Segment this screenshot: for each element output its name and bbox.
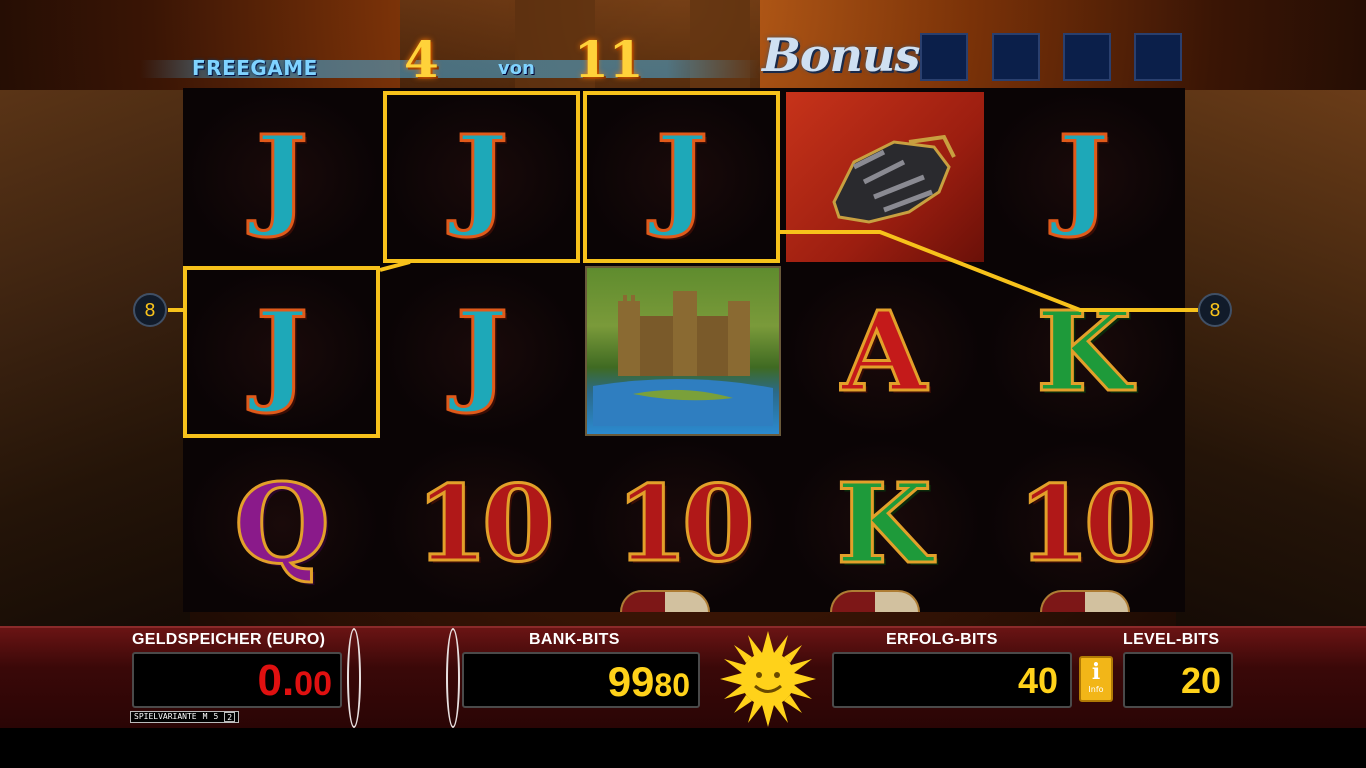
info-label: Info [1088,685,1104,694]
spielvariante-5: 5 [213,712,219,721]
level-value: 20 [1180,660,1221,701]
bottom-strip [0,728,1366,768]
bank-value: 9980 [608,658,690,706]
erfolg-label: ERFOLG-BITS [886,631,998,648]
info-icon: i [1091,659,1101,685]
bank-label: BANK-BITS [529,631,620,648]
bank-display: 9980 [462,652,700,708]
geld-cents: 00 [294,665,332,703]
geld-main: 0. [257,656,295,705]
spielvariante-label: SPIELVARIANTE [134,712,197,721]
bank-main: 99 [607,658,655,705]
geld-label: GELDSPEICHER (EURO) [132,631,326,648]
bank-cents: 80 [654,667,690,703]
spielvariante: SPIELVARIANTE M 5 2 [130,711,240,723]
line-number-left: 8 [133,293,167,327]
erfolg-display: 40 [832,652,1072,708]
game-screen: FREEGAME 4 von 11 Bonus J J J J J J A K … [0,0,1366,768]
geld-display: 0.00 [132,652,342,708]
info-button[interactable]: i Info [1079,656,1113,702]
merkur-sun-logo [720,631,816,727]
panel-separator-right [446,628,460,728]
spielvariante-m: M [202,712,208,721]
spielvariante-2: 2 [224,712,236,722]
geld-value: 0.00 [257,656,332,706]
erfolg-value: 40 [1017,660,1058,701]
line-number-right: 8 [1198,293,1232,327]
panel-separator-left [347,628,361,728]
level-label: LEVEL-BITS [1123,631,1220,648]
level-display: 20 [1123,652,1233,708]
